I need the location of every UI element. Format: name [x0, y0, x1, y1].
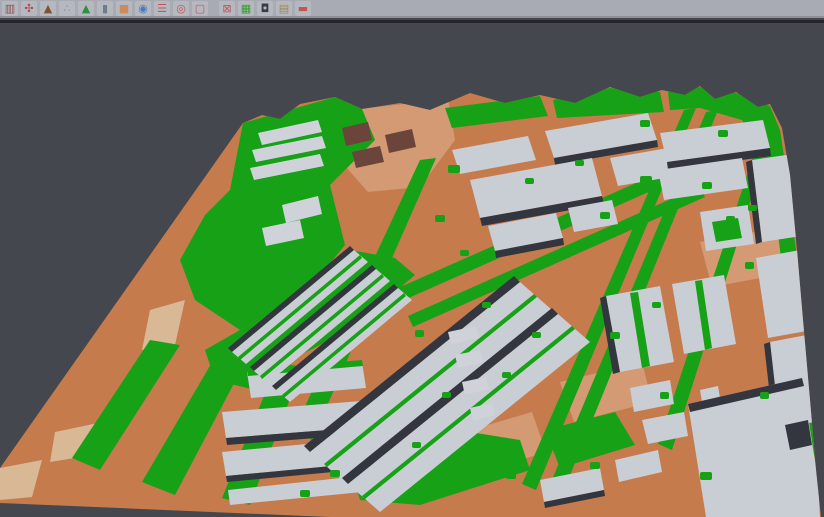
tree-blob-8	[610, 332, 620, 339]
globe-view-icon[interactable]: ◉	[135, 1, 151, 16]
annotation-icon[interactable]: ▤	[276, 1, 292, 16]
tree-blob-23	[460, 250, 469, 256]
tree-blob-13	[532, 332, 541, 338]
tree-blob-21	[525, 178, 534, 184]
ortho-tile-icon[interactable]: ■	[116, 1, 132, 16]
tree-blob-26	[300, 490, 310, 497]
tree-blob-22	[435, 215, 445, 222]
layer-stack-icon[interactable]: ☰	[154, 1, 170, 16]
point-cloud-icon[interactable]: ∴	[59, 1, 75, 16]
tree-blob-11	[700, 472, 712, 480]
tree-blob-0	[448, 165, 460, 173]
rect-select-icon[interactable]: ▢	[192, 1, 208, 16]
feature-tr-bldg-3	[752, 153, 808, 242]
tree-blob-4	[726, 216, 735, 223]
tree-blob-24	[415, 330, 424, 337]
green-surface-icon[interactable]: ▲	[78, 1, 94, 16]
tree-blob-16	[442, 392, 451, 398]
tree-blob-19	[652, 302, 661, 308]
tree-blob-14	[482, 302, 491, 308]
tree-blob-10	[590, 462, 600, 469]
classify-map-icon[interactable]: ▦	[238, 1, 254, 16]
tree-blob-27	[640, 120, 650, 127]
tree-blob-3	[702, 182, 712, 189]
3d-viewport[interactable]	[0, 23, 824, 517]
clip-box-icon[interactable]: ⊠	[219, 1, 235, 16]
tree-blob-1	[600, 212, 610, 219]
tree-blob-25	[330, 470, 340, 477]
tree-blob-12	[760, 392, 769, 399]
circle-select-icon[interactable]: ◎	[173, 1, 189, 16]
tree-blob-9	[660, 392, 669, 399]
toolbar: ▥✣▲∴▲▮■◉☰◎▢⊠▦◘▤▬	[0, 0, 824, 18]
camera-capture-icon[interactable]: ◘	[257, 1, 273, 16]
profile-slice-icon[interactable]: ▮	[97, 1, 113, 16]
application-window: ▥✣▲∴▲▮■◉☰◎▢⊠▦◘▤▬	[0, 0, 824, 517]
tree-blob-17	[506, 472, 516, 479]
tree-blob-29	[748, 205, 757, 211]
tree-blob-6	[620, 262, 629, 268]
terrain-mound-icon[interactable]: ▲	[40, 1, 56, 16]
tree-blob-28	[718, 130, 728, 137]
tree-blob-5	[560, 252, 570, 258]
tree-blob-20	[575, 160, 584, 166]
tree-blob-18	[412, 442, 421, 448]
tree-blob-15	[502, 372, 511, 378]
tree-blob-7	[745, 262, 754, 269]
open-file-icon[interactable]: ▥	[2, 1, 18, 16]
flatten-tool-icon[interactable]: ▬	[295, 1, 311, 16]
color-points-icon[interactable]: ✣	[21, 1, 37, 16]
tree-blob-2	[640, 176, 652, 184]
